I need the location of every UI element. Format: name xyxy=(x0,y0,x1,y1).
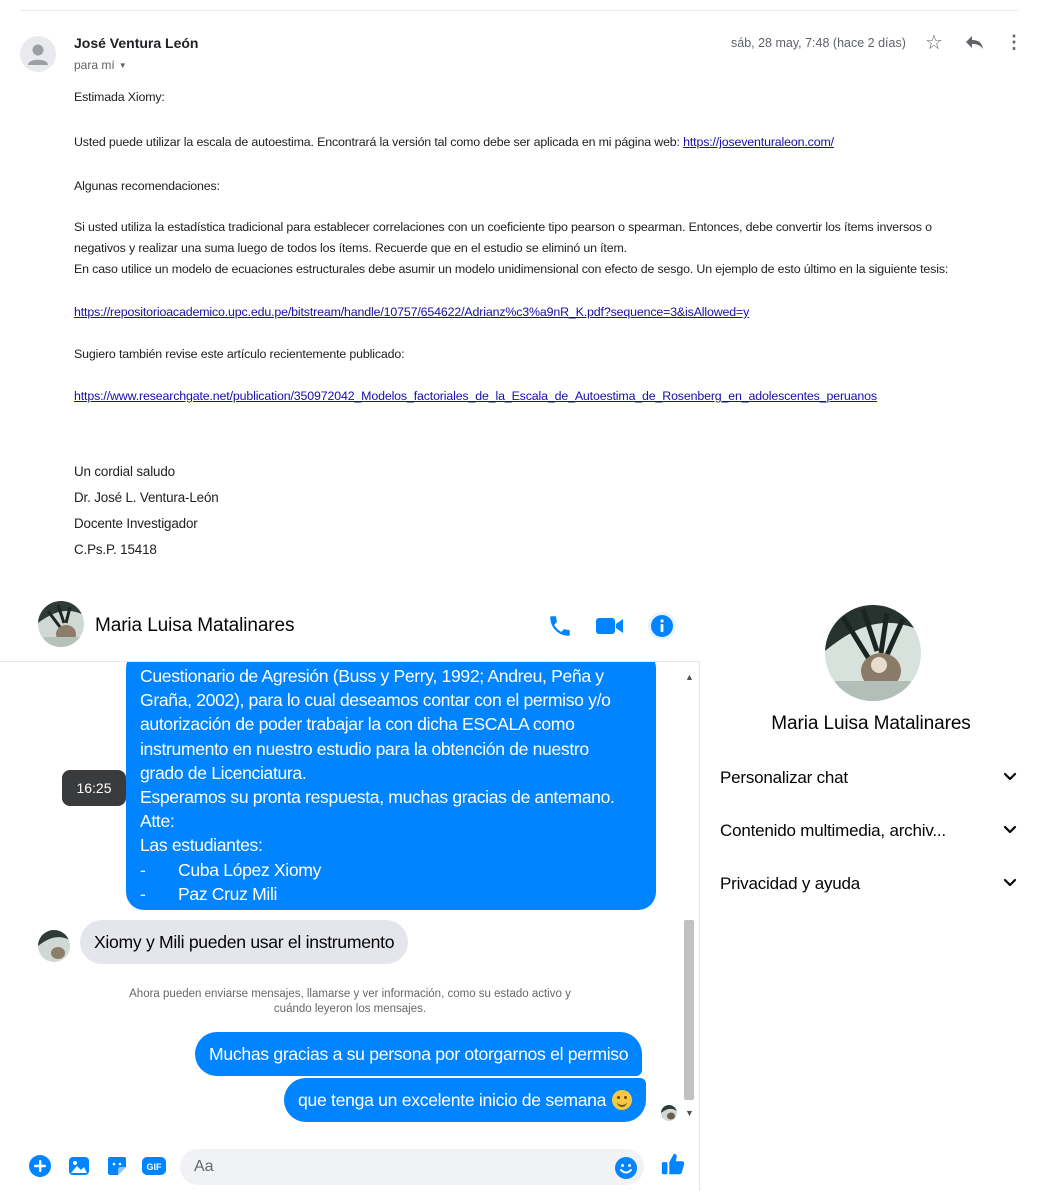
recipient-toggle[interactable]: para mí ▼ xyxy=(74,58,127,72)
contact-avatar-large[interactable] xyxy=(825,605,921,701)
chevron-down-icon xyxy=(1003,825,1017,834)
seen-indicator-avatar xyxy=(661,1105,677,1121)
scrollbar[interactable]: ▲ ▼ xyxy=(681,662,697,1122)
gif-icon[interactable]: GIF xyxy=(141,1153,167,1179)
sent-message-bubble[interactable]: que tenga un excelente inicio de semana xyxy=(284,1078,647,1122)
student-line: - Paz Cruz Mili xyxy=(140,882,640,906)
contact-name: Maria Luisa Matalinares xyxy=(771,713,971,734)
scroll-up-arrow-icon[interactable]: ▲ xyxy=(685,672,694,682)
system-notice-line: cuándo leyeron los mensajes. xyxy=(273,1003,427,1015)
signature-line: Un cordial saludo xyxy=(74,464,175,479)
section-label: Contenido multimedia, archiv... xyxy=(720,821,946,840)
sent-message-bubble[interactable]: Muchas gracias a su persona por otorgarn… xyxy=(195,1032,643,1076)
message-line: Las estudiantes: xyxy=(140,835,263,856)
contact-avatar[interactable] xyxy=(38,601,84,647)
recipient-label: para mí xyxy=(74,58,115,72)
timestamp-tooltip: 16:25 xyxy=(62,770,126,806)
student-name: Cuba López Xiomy xyxy=(178,859,322,880)
signature-line: Docente Investigador xyxy=(74,516,198,531)
privacy-help-section[interactable]: Privacidad y ayuda xyxy=(720,869,1020,899)
sender-name[interactable]: José Ventura León xyxy=(74,35,198,51)
message-line: autorización de poder trabajar la con di… xyxy=(140,714,575,735)
received-message-bubble[interactable]: Xiomy y Mili pueden usar el instrumento xyxy=(80,920,409,964)
signature-line: C.Ps.P. 15418 xyxy=(74,542,157,557)
like-icon[interactable] xyxy=(660,1151,686,1177)
chat-header: Maria Luisa Matalinares xyxy=(0,590,700,662)
chat-panel: Cuestionario de Agresión (Buss y Perry, … xyxy=(0,590,700,1191)
bullet: - xyxy=(140,859,146,880)
person-icon xyxy=(28,44,48,65)
paragraph-line: En caso utilice un modelo de ecuaciones … xyxy=(74,262,949,276)
message-line: Graña, 2002), para lo cual deseamos cont… xyxy=(140,690,611,711)
message-text: que tenga un excelente inicio de semana xyxy=(298,1089,607,1110)
thesis-link-line: https://repositorioacademico.upc.edu.pe/… xyxy=(74,305,749,319)
contact-name[interactable]: Maria Luisa Matalinares xyxy=(95,615,295,637)
media-files-section[interactable]: Contenido multimedia, archiv... xyxy=(720,816,1020,846)
signature-line: Dr. José L. Ventura-León xyxy=(74,490,219,505)
sender-avatar[interactable] xyxy=(20,36,56,72)
paragraph: Usted puede utilizar la escala de autoes… xyxy=(74,135,834,149)
website-link[interactable]: https://joseventuraleon.com/ xyxy=(683,135,834,149)
paragraph: Sugiero también revise este artículo rec… xyxy=(74,347,405,361)
svg-text:GIF: GIF xyxy=(147,1162,163,1172)
phone-icon[interactable] xyxy=(545,611,575,641)
paragraph-line: Si usted utiliza la estadística tradicio… xyxy=(74,220,932,234)
caret-down-icon: ▼ xyxy=(118,60,127,70)
greeting: Estimada Xiomy: xyxy=(74,90,165,104)
conversation-details-panel: Maria Luisa Matalinares Personalizar cha… xyxy=(701,590,1038,1191)
section-label: Privacidad y ayuda xyxy=(720,874,861,893)
messenger-window: Cuestionario de Agresión (Buss y Perry, … xyxy=(0,590,1038,1191)
divider xyxy=(20,10,1018,11)
chevron-down-icon xyxy=(1003,772,1017,781)
article-link-line: https://www.researchgate.net/publication… xyxy=(74,389,877,403)
paragraph-text: Usted puede utilizar la escala de autoes… xyxy=(74,135,684,149)
message-line: Cuestionario de Agresión (Buss y Perry, … xyxy=(140,666,604,686)
system-notice: Ahora pueden enviarse mensajes, llamarse… xyxy=(90,987,610,1017)
message-composer: GIF xyxy=(0,1140,700,1191)
sticker-icon[interactable] xyxy=(104,1153,130,1179)
bullet: - xyxy=(140,883,146,904)
emoji-icon[interactable] xyxy=(613,1155,639,1181)
paragraph: Algunas recomendaciones: xyxy=(74,179,220,193)
system-notice-line: Ahora pueden enviarse mensajes, llamarse… xyxy=(129,988,571,1000)
customize-chat-section[interactable]: Personalizar chat xyxy=(720,763,1020,793)
paragraph-line: negativos y realizar una suma luego de t… xyxy=(74,241,627,255)
student-line: - Cuba López Xiomy xyxy=(140,858,640,882)
message-input[interactable] xyxy=(180,1149,644,1185)
message-line: Atte: xyxy=(140,811,175,832)
article-link[interactable]: https://www.researchgate.net/publication… xyxy=(74,389,877,403)
thesis-link[interactable]: https://repositorioacademico.upc.edu.pe/… xyxy=(74,305,749,319)
more-options-icon[interactable]: ⋮ xyxy=(1003,31,1025,53)
email-message: José Ventura León para mí ▼ sáb, 28 may,… xyxy=(0,0,1038,590)
smiley-emoji-icon xyxy=(612,1090,633,1110)
student-name: Paz Cruz Mili xyxy=(178,883,278,904)
plus-icon[interactable] xyxy=(27,1153,53,1179)
message-line: grado de Licenciatura. xyxy=(140,762,307,783)
video-call-icon[interactable] xyxy=(595,611,625,641)
reply-icon[interactable] xyxy=(963,31,985,53)
image-icon[interactable] xyxy=(66,1153,92,1179)
star-icon[interactable]: ☆ xyxy=(923,31,945,54)
section-label: Personalizar chat xyxy=(720,768,848,787)
contact-avatar-small[interactable] xyxy=(38,930,70,962)
sent-message-bubble[interactable]: Cuestionario de Agresión (Buss y Perry, … xyxy=(126,650,656,910)
chevron-down-icon xyxy=(1003,878,1017,887)
message-line: instrumento en nuestro estudio para la o… xyxy=(140,738,589,759)
message-line: Esperamos su pronta respuesta, muchas gr… xyxy=(140,787,615,808)
scroll-down-arrow-icon[interactable]: ▼ xyxy=(685,1108,694,1118)
scroll-thumb[interactable] xyxy=(684,920,694,1100)
email-date: sáb, 28 may, 7:48 (hace 2 días) xyxy=(731,36,906,50)
info-icon[interactable] xyxy=(647,611,677,641)
